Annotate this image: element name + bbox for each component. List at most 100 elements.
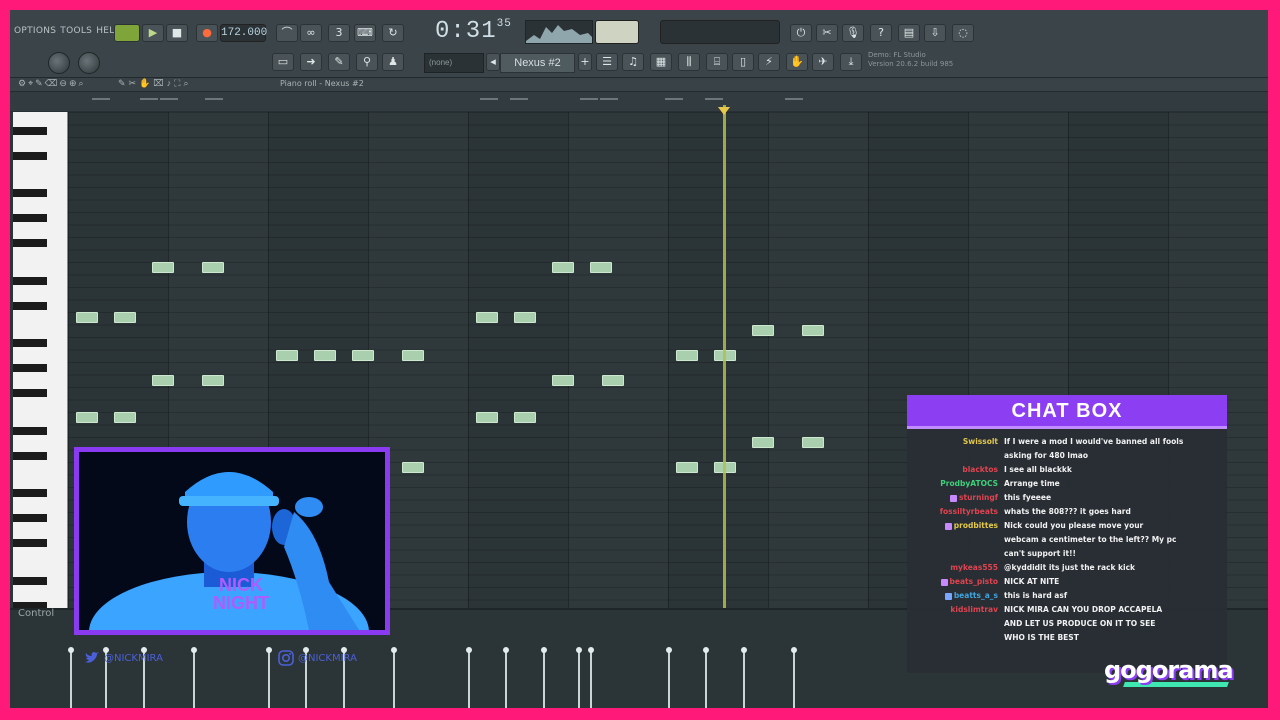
touch-keyboard-icon[interactable]: ✋	[786, 53, 808, 71]
piano-roll-timeline[interactable]	[10, 92, 1268, 112]
save-icon[interactable]: ▤	[898, 24, 920, 42]
piano-roll-note[interactable]	[552, 374, 574, 386]
black-key[interactable]	[13, 576, 47, 585]
view-channel-icon[interactable]: ♟	[382, 53, 404, 71]
plugin-picker-icon[interactable]: ▯	[732, 53, 754, 71]
piano-roll-note[interactable]	[590, 262, 612, 273]
master-pitch-knob[interactable]	[78, 52, 100, 74]
piano-roll-note[interactable]	[152, 262, 174, 273]
chat-username[interactable]: sturningf	[907, 491, 1004, 505]
piano-roll-tools-icon[interactable]: ⚙⌖✎⌫⊖⊕⌕	[18, 78, 86, 89]
piano-roll-icon[interactable]: ♫	[622, 53, 644, 71]
loop-record-icon[interactable]: ↻	[382, 24, 404, 42]
piano-roll-note[interactable]	[114, 312, 136, 323]
master-volume-knob[interactable]	[48, 52, 70, 74]
piano-roll-note[interactable]	[676, 349, 698, 361]
chat-icon[interactable]: ◌	[952, 24, 974, 42]
velocity-bar[interactable]	[741, 647, 747, 708]
chat-username[interactable]	[907, 631, 1004, 645]
piano-roll-note[interactable]	[276, 349, 298, 361]
black-key[interactable]	[13, 451, 47, 460]
black-key[interactable]	[13, 276, 47, 285]
countdown-icon[interactable]: 3	[328, 24, 350, 42]
black-key[interactable]	[13, 189, 47, 197]
loop-region-marker[interactable]	[160, 98, 178, 100]
piano-roll-note[interactable]	[476, 412, 498, 423]
chat-username[interactable]	[907, 449, 1004, 463]
loop-region-marker[interactable]	[205, 98, 223, 100]
project-icon[interactable]: ✈	[812, 53, 834, 71]
play-icon[interactable]: ▶	[142, 24, 164, 42]
velocity-bar[interactable]	[666, 647, 672, 708]
black-key[interactable]	[13, 339, 47, 347]
chat-username[interactable]: mykeas555	[907, 561, 1004, 575]
download-icon[interactable]: ⤓	[840, 53, 862, 71]
pattern-song-toggle[interactable]	[114, 24, 140, 42]
black-key[interactable]	[13, 389, 47, 397]
piano-roll-note[interactable]	[114, 412, 136, 423]
black-key[interactable]	[13, 151, 47, 160]
chat-username[interactable]	[907, 533, 1004, 547]
black-key[interactable]	[13, 301, 47, 310]
browser-icon[interactable]: ⌸	[706, 53, 728, 71]
black-key[interactable]	[13, 426, 47, 435]
velocity-bar[interactable]	[541, 647, 547, 708]
velocity-bar[interactable]	[503, 647, 509, 708]
chat-username[interactable]: blacktos	[907, 463, 1004, 477]
piano-roll-note[interactable]	[352, 349, 374, 361]
piano-roll-note[interactable]	[602, 374, 624, 386]
microphone-icon[interactable]: 🎙	[842, 24, 864, 42]
velocity-bar[interactable]	[703, 647, 709, 708]
playhead-marker-icon[interactable]	[718, 107, 730, 115]
snap-selector[interactable]: (none)	[424, 53, 484, 73]
piano-roll-note[interactable]	[202, 262, 224, 273]
black-key[interactable]	[13, 489, 47, 497]
wait-record-icon[interactable]: ∞	[300, 24, 322, 42]
chat-username[interactable]: beatts_a_s	[907, 589, 1004, 603]
chat-username[interactable]: ProdbyATOCS	[907, 477, 1004, 491]
piano-roll-note[interactable]	[802, 437, 824, 448]
piano-roll-note[interactable]	[152, 374, 174, 386]
chat-username[interactable]: kidslimtrav	[907, 603, 1004, 617]
loop-region-marker[interactable]	[665, 98, 683, 100]
piano-roll-note[interactable]	[202, 374, 224, 386]
loop-region-marker[interactable]	[480, 98, 498, 100]
record-icon[interactable]: ●	[196, 24, 218, 42]
channel-rack-icon[interactable]: ▦	[650, 53, 672, 71]
black-key[interactable]	[13, 239, 47, 247]
loop-region-marker[interactable]	[580, 98, 598, 100]
black-key[interactable]	[13, 214, 47, 222]
view-browser-icon[interactable]: ✎	[328, 53, 350, 71]
playlist-icon[interactable]: ☰	[596, 53, 618, 71]
piano-roll-note[interactable]	[402, 462, 424, 473]
help-icon[interactable]: ?	[870, 24, 892, 42]
piano-roll-note[interactable]	[752, 437, 774, 448]
velocity-bar[interactable]	[791, 647, 797, 708]
plugin-icon[interactable]: ⚡	[758, 53, 780, 71]
pattern-add-icon[interactable]: +	[578, 53, 592, 71]
piano-roll-note[interactable]	[314, 349, 336, 361]
view-plugin-icon[interactable]: ⚲	[356, 53, 378, 71]
chat-username[interactable]: Swissolt	[907, 435, 1004, 449]
tempo-display[interactable]: 172.000	[220, 24, 267, 42]
menu-options[interactable]: OPTIONS	[14, 26, 56, 36]
view-piano-roll-icon[interactable]: ➜	[300, 53, 322, 71]
piano-roll-note[interactable]	[76, 312, 98, 323]
loop-region-marker[interactable]	[140, 98, 158, 100]
chat-username[interactable]: prodbittes	[907, 519, 1004, 533]
velocity-bar[interactable]	[576, 647, 582, 708]
black-key[interactable]	[13, 514, 47, 522]
pattern-prev-icon[interactable]: ◂	[486, 53, 500, 71]
loop-region-marker[interactable]	[785, 98, 803, 100]
piano-roll-note[interactable]	[802, 324, 824, 336]
piano-roll-note[interactable]	[476, 312, 498, 323]
chat-username[interactable]	[907, 547, 1004, 561]
metronome-icon[interactable]: ⌒	[276, 24, 298, 42]
chat-username[interactable]: beats_pisto	[907, 575, 1004, 589]
piano-roll-note[interactable]	[552, 262, 574, 273]
velocity-bar[interactable]	[68, 647, 74, 708]
black-key[interactable]	[13, 364, 47, 372]
loop-region-marker[interactable]	[92, 98, 110, 100]
velocity-bar[interactable]	[588, 647, 594, 708]
cpu-icon[interactable]: ⏻	[790, 24, 812, 42]
